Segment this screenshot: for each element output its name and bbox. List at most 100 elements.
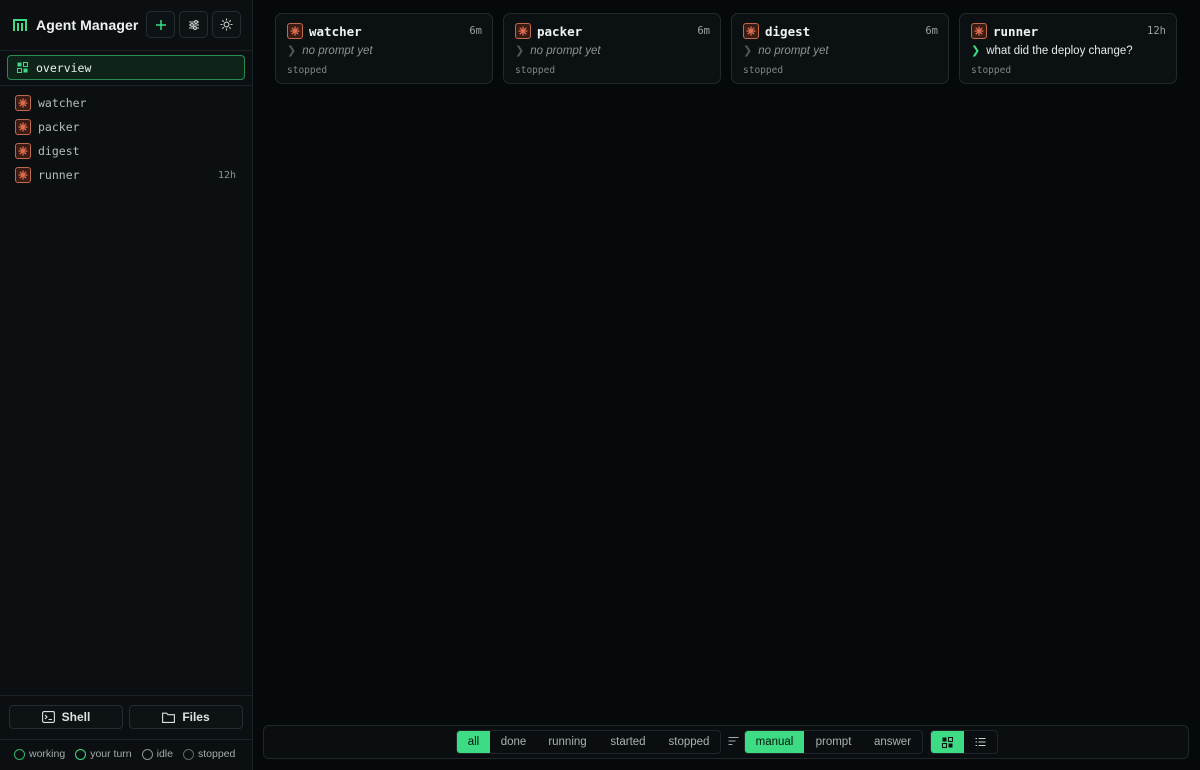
card-age: 6m (697, 25, 710, 37)
card-prompt-text: no prompt yet (302, 44, 373, 57)
chevron-right-icon: ❯ (743, 45, 753, 57)
card-age: 12h (1147, 25, 1166, 37)
shell-label: Shell (61, 710, 91, 724)
agent-icon (971, 23, 987, 39)
agent-icon (515, 23, 531, 39)
card-prompt: ❯ no prompt yet (743, 44, 829, 58)
agent-card-runner[interactable]: runner 12h ❯ what did the deploy change? … (959, 13, 1177, 84)
theme-toggle-button[interactable] (212, 11, 241, 38)
filter-stopped[interactable]: stopped (658, 731, 720, 753)
agent-cards: watcher 6m ❯ no prompt yet stopped packer… (275, 13, 1177, 84)
card-status: stopped (287, 65, 328, 76)
card-agent-name: digest (765, 24, 811, 39)
filter-running[interactable]: running (537, 731, 598, 753)
agent-icon (743, 23, 759, 39)
agent-card-watcher[interactable]: watcher 6m ❯ no prompt yet stopped (275, 13, 493, 84)
legend-label: working (29, 748, 66, 760)
card-status: stopped (971, 65, 1012, 76)
agent-name: digest (38, 144, 80, 158)
grid-view-button[interactable] (931, 731, 964, 753)
folder-icon (162, 712, 176, 723)
card-age: 6m (925, 25, 938, 37)
sidebar-item-packer[interactable]: packer (0, 115, 252, 139)
chevron-right-icon: ❯ (287, 45, 297, 57)
overview-panel: watcher 6m ❯ no prompt yet stopped packer… (253, 0, 1200, 770)
settings-button[interactable] (179, 11, 208, 38)
filter-done[interactable]: done (490, 731, 537, 753)
divider (0, 85, 252, 86)
card-status: stopped (515, 65, 556, 76)
list-view-button[interactable] (964, 731, 997, 753)
grid-view-icon (942, 736, 953, 748)
agent-icon (15, 95, 31, 111)
new-agent-button[interactable] (146, 11, 175, 38)
overview-label: overview (36, 60, 92, 75)
legend-idle: idle (141, 748, 173, 760)
agent-icon (287, 23, 303, 39)
sidebar: Agent Manager overview watcher packer di… (0, 0, 253, 770)
card-agent-name: packer (537, 24, 583, 39)
shell-button[interactable]: Shell (9, 705, 123, 729)
files-button[interactable]: Files (129, 705, 243, 729)
status-legend: working your turn idle stopped (14, 748, 235, 760)
chevron-right-icon: ❯ (971, 45, 981, 57)
divider (0, 50, 252, 51)
filter-all[interactable]: all (457, 731, 490, 753)
terminal-icon (41, 711, 55, 723)
idle-status-icon (141, 748, 153, 760)
app-title: Agent Manager (36, 17, 139, 33)
app-logo-icon (13, 19, 27, 31)
status-filter: all done running started stopped (456, 730, 721, 754)
legend-label: stopped (197, 748, 236, 760)
sun-icon (220, 18, 233, 31)
sidebar-item-runner[interactable]: runner 12h (0, 163, 252, 187)
filter-started[interactable]: started (598, 731, 658, 753)
grid-icon (17, 62, 28, 73)
agent-list: watcher packer digest runner 12h (0, 91, 252, 187)
legend-your-turn: your turn (75, 748, 132, 760)
your-turn-status-icon (75, 748, 87, 760)
legend-stopped: stopped (182, 748, 236, 760)
card-status: stopped (743, 65, 784, 76)
sliders-icon (188, 19, 199, 30)
working-status-icon (14, 748, 25, 760)
sidebar-footer-actions: Shell Files (9, 705, 243, 729)
sidebar-item-digest[interactable]: digest (0, 139, 252, 163)
filter-toolbar: all done running started stopped manual … (263, 725, 1189, 759)
agent-icon (15, 167, 31, 183)
agent-name: watcher (38, 96, 87, 110)
agent-icon (15, 119, 31, 135)
agent-name: packer (38, 120, 80, 134)
card-age: 6m (469, 25, 482, 37)
sort-mode: manual prompt answer (744, 730, 923, 754)
chevron-right-icon: ❯ (515, 45, 525, 57)
plus-icon (155, 19, 166, 30)
divider (0, 739, 252, 740)
agent-card-digest[interactable]: digest 6m ❯ no prompt yet stopped (731, 13, 949, 84)
brand: Agent Manager (12, 12, 138, 38)
card-prompt: ❯ no prompt yet (287, 44, 373, 58)
sidebar-item-watcher[interactable]: watcher (0, 91, 252, 115)
files-label: Files (182, 710, 210, 724)
sort-prompt[interactable]: prompt (804, 731, 863, 753)
card-agent-name: watcher (309, 24, 362, 39)
divider (0, 695, 252, 696)
legend-label: idle (156, 748, 173, 760)
stopped-status-icon (182, 748, 194, 760)
card-prompt-text: what did the deploy change? (986, 44, 1133, 57)
agent-icon (15, 143, 31, 159)
agent-name: runner (38, 168, 80, 182)
card-prompt: ❯ what did the deploy change? (971, 44, 1133, 58)
sort-answer[interactable]: answer (863, 731, 922, 753)
card-prompt-text: no prompt yet (758, 44, 829, 57)
sort-manual[interactable]: manual (745, 731, 804, 753)
overview-nav-item[interactable]: overview (7, 55, 245, 80)
card-agent-name: runner (993, 24, 1039, 39)
sort-icon (728, 736, 739, 746)
agent-card-packer[interactable]: packer 6m ❯ no prompt yet stopped (503, 13, 721, 84)
view-toggle (930, 730, 998, 754)
card-prompt-text: no prompt yet (530, 44, 601, 57)
card-prompt: ❯ no prompt yet (515, 44, 601, 58)
header-actions (146, 11, 241, 38)
legend-working: working (14, 748, 65, 760)
